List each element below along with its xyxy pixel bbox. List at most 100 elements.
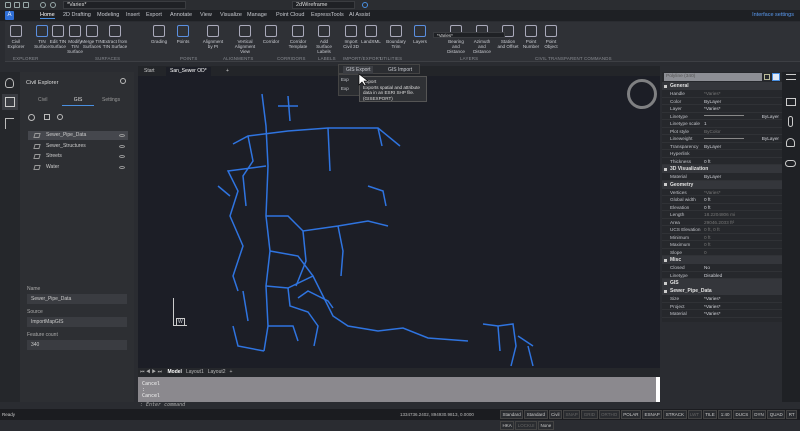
awards-icon[interactable] [786, 138, 795, 147]
status-toggle-civil[interactable]: Civil [548, 410, 563, 419]
menu-tab-export[interactable]: Export [146, 12, 162, 18]
menu-tab-view[interactable]: View [200, 12, 212, 18]
status-toggle-rt[interactable]: RT [786, 410, 798, 419]
pipe-segment[interactable] [242, 290, 249, 322]
table-icon[interactable] [44, 114, 50, 120]
property-value[interactable]: *Varies* [702, 303, 782, 310]
property-row[interactable]: Global width 0 ft [662, 196, 782, 204]
property-value[interactable]: 29046.2033 ft² [702, 219, 782, 226]
ribbon-button-import-civil-3d[interactable]: Import Civil 3D [340, 25, 362, 49]
pipe-segment[interactable] [517, 335, 534, 347]
select-objects-icon[interactable] [772, 73, 780, 81]
property-value[interactable]: *Varies* [702, 189, 782, 196]
property-row[interactable]: Area 29046.2033 ft² [662, 219, 782, 226]
menu-tab-manage[interactable]: Manage [247, 12, 267, 18]
ribbon-button-corridor[interactable]: Corridor [260, 25, 282, 44]
tab-gis[interactable]: GIS [62, 97, 94, 106]
property-value[interactable]: *Varies* [702, 310, 782, 317]
visibility-eye-icon[interactable] [119, 144, 125, 148]
pipe-segment[interactable] [261, 93, 271, 352]
cloud-upload-icon[interactable] [785, 160, 796, 167]
app-logo[interactable]: A [5, 11, 14, 20]
property-row[interactable]: Plot style ByColor [662, 128, 782, 135]
status-toggle-polar[interactable]: POLAR [620, 410, 641, 419]
status-toggle-grid[interactable]: GRID [581, 410, 598, 419]
status-toggle-quad[interactable]: QUAD [767, 410, 786, 419]
pipe-segment[interactable] [287, 287, 319, 347]
status-toggle-hka[interactable]: HKA [500, 421, 515, 430]
property-section-header[interactable]: Geometry [662, 180, 782, 189]
status-toggle-lwt[interactable]: LWT [687, 410, 702, 419]
field-value[interactable]: 340 [27, 340, 127, 350]
status-toggle-140[interactable]: 1:40 [718, 410, 732, 419]
status-toggle-ortho[interactable]: ORTHO [598, 410, 620, 419]
property-value[interactable]: *Varies* [702, 105, 782, 112]
property-row[interactable]: Linetype general Disabled [662, 272, 782, 285]
ribbon-button-boundary-trim[interactable]: Boundary Trim [385, 25, 407, 49]
field-value[interactable]: Sewer_Pipe_Data [27, 294, 127, 304]
menu-tab-point-cloud[interactable]: Point Cloud [276, 12, 304, 18]
layout-nav-arrows[interactable]: ⏮ ◀ ▶ ⏭ [140, 369, 162, 375]
pipe-segment[interactable] [287, 95, 291, 122]
flyout-item[interactable]: Exp [339, 84, 359, 93]
tree-item[interactable]: Streets [28, 152, 128, 161]
property-value[interactable]: 0 ft [702, 204, 782, 211]
property-value[interactable]: 18.2204806 mi [702, 211, 782, 218]
property-section-header[interactable]: Misc [662, 256, 782, 264]
property-value[interactable]: *Varies* [702, 90, 782, 97]
property-row[interactable]: Elevation 0 ft [662, 204, 782, 211]
property-row[interactable]: Lineweight ByLayer [662, 135, 782, 143]
status-toggle-standard[interactable]: Standard [524, 410, 548, 419]
ribbon-button-alignment-by-pi[interactable]: Alignment by PI [202, 25, 224, 49]
property-row[interactable]: Transparency ByLayer [662, 143, 782, 150]
status-toggle-lockui[interactable]: LOCKUI [515, 421, 538, 430]
property-section-header[interactable]: 3D Visualization [662, 165, 782, 173]
property-value[interactable]: *Varies* [702, 295, 782, 302]
menu-tab-home[interactable]: Home [40, 12, 55, 19]
property-row[interactable]: Color ByLayer [662, 98, 782, 105]
property-value[interactable]: ByLayer [702, 112, 782, 119]
ribbon-button-point-object[interactable]: Point Object [540, 25, 562, 49]
property-section-header[interactable]: Sewer_Pipe_Data [662, 287, 782, 295]
new-tab-button[interactable]: + [222, 67, 233, 76]
property-value[interactable]: 0 ft [702, 196, 782, 203]
property-value[interactable]: 0 ft [702, 158, 782, 165]
visibility-eye-icon[interactable] [119, 165, 125, 169]
pipe-segment[interactable] [232, 127, 401, 147]
layout-tab-layout2[interactable]: Layout2 [208, 369, 226, 375]
viewcube-compass[interactable] [627, 79, 657, 109]
property-row[interactable]: Hyperlink [662, 150, 782, 158]
ribbon-button-bearing-and-distance[interactable]: Bearing and Distance [445, 25, 467, 54]
property-row[interactable]: Linetype ByLayer [662, 112, 782, 120]
status-toggle-standard[interactable]: Standard [500, 410, 524, 419]
property-section-header[interactable]: GIS [662, 279, 782, 287]
gis-import-button[interactable]: GIS Import [385, 66, 415, 74]
property-value[interactable]: 1 [702, 120, 782, 127]
property-row[interactable]: Slope 0 [662, 249, 782, 256]
status-toggle-dyn[interactable]: DYN [751, 410, 767, 419]
tree-item[interactable]: Sewer_Pipe_Data [28, 131, 128, 140]
pipe-segment[interactable] [337, 225, 344, 277]
tab-settings[interactable]: Settings [102, 97, 120, 103]
layers-icon[interactable] [786, 98, 796, 106]
ribbon-button-civil-explorer[interactable]: Civil Explorer [5, 25, 27, 49]
menu-tab-modeling[interactable]: Modeling [97, 12, 119, 18]
search-icon[interactable] [120, 78, 126, 84]
property-value[interactable]: ByLayer [702, 143, 782, 150]
view-dropdown[interactable]: *Varies* [63, 1, 186, 9]
menu-tab-expresstools[interactable]: ExpressTools [311, 12, 344, 18]
filter-icon[interactable] [764, 74, 770, 80]
drawing-canvas[interactable]: W GIS Export GIS Import Exp Exp Export E… [138, 64, 660, 368]
ribbon-button-landxml[interactable]: LandXML [360, 25, 382, 44]
property-row[interactable]: Size *Varies* [662, 295, 782, 303]
ribbon-button-vertical-alignment-view[interactable]: Vertical Alignment View [230, 25, 260, 54]
command-scrollbar[interactable] [656, 377, 660, 402]
status-toggle-esnap[interactable]: ESNAP [641, 410, 663, 419]
property-value[interactable]: 0 ft [702, 234, 782, 241]
pipe-segment[interactable] [226, 165, 267, 292]
property-row[interactable]: Thickness 0 ft [662, 158, 782, 165]
civil-explorer-icon[interactable] [2, 94, 18, 110]
pipe-segment[interactable] [242, 135, 254, 207]
pipe-segment[interactable] [217, 185, 231, 197]
new-icon[interactable] [5, 2, 11, 8]
